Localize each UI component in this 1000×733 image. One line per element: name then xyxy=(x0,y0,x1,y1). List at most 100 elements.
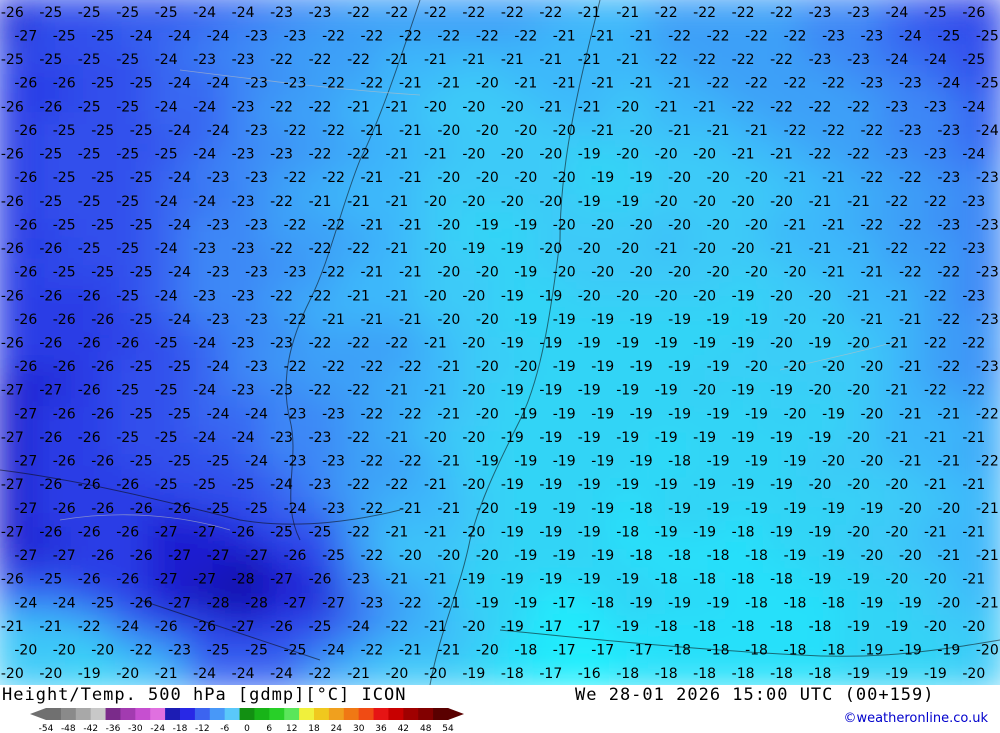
temperature-value-label: -22 xyxy=(347,241,370,257)
temperature-value-label: -21 xyxy=(424,52,447,68)
temperature-value-label: -20 xyxy=(616,241,639,257)
temperature-value-label: -20 xyxy=(539,194,562,210)
temperature-value-label: -19 xyxy=(591,406,614,422)
temperature-value-label: -18 xyxy=(630,501,653,517)
temperature-value-label: -20 xyxy=(424,241,447,257)
credit-link[interactable]: ©weatheronline.co.uk xyxy=(843,711,988,726)
scale-tick-label: -42 xyxy=(83,724,98,732)
temperature-value-label: -21 xyxy=(424,147,447,163)
scale-tick-label: 6 xyxy=(266,724,272,732)
temperature-value-label: -23 xyxy=(245,123,268,139)
temperature-value-label: -21 xyxy=(822,170,845,186)
temperature-value-label: -23 xyxy=(284,265,307,281)
scale-swatch xyxy=(239,708,255,720)
temperature-value-label: -21 xyxy=(437,643,460,659)
temperature-value-label: -22 xyxy=(424,5,447,21)
map-title: Height/Temp. 500 hPa [gdmp][°C] ICON xyxy=(2,685,407,705)
temperature-value-label: -18 xyxy=(822,595,845,611)
temperature-value-label: -24 xyxy=(130,28,153,44)
scale-swatch xyxy=(75,708,92,720)
temperature-value-label: -24 xyxy=(193,383,216,399)
temperature-value-label: -27 xyxy=(207,548,230,564)
temperature-value-label: -25 xyxy=(130,76,153,92)
temperature-value-label: -22 xyxy=(924,288,947,304)
temperature-value-label: -27 xyxy=(270,572,293,588)
temperature-value-label: -20 xyxy=(860,454,883,470)
temperature-value-label: -16 xyxy=(578,666,601,682)
temperature-value-label: -19 xyxy=(514,454,537,470)
scale-swatch xyxy=(46,708,62,720)
temperature-value-label: -21 xyxy=(885,288,908,304)
temperature-value-label: -21 xyxy=(424,477,447,493)
temperature-value-label: -25 xyxy=(168,406,191,422)
temperature-value-label: -21 xyxy=(591,28,614,44)
temperature-value-label: -23 xyxy=(284,406,307,422)
temperature-value-label: -21 xyxy=(155,666,178,682)
temperature-value-label: -21 xyxy=(360,217,383,233)
temperature-value-label: -19 xyxy=(860,501,883,517)
temperature-value-label: -19 xyxy=(501,619,524,635)
temperature-value-label: -22 xyxy=(322,265,345,281)
temperature-value-label: -20 xyxy=(501,194,524,210)
temperature-value-label: -21 xyxy=(822,265,845,281)
temperature-value-label: -21 xyxy=(514,76,537,92)
temperature-value-label: -23 xyxy=(937,170,960,186)
temperature-value-label: -23 xyxy=(962,288,985,304)
temperature-value-label: -26 xyxy=(155,619,178,635)
temperature-value-label: -22 xyxy=(360,454,383,470)
temperature-value-label: -21 xyxy=(937,454,960,470)
temperature-value-label: -25 xyxy=(284,643,307,659)
temperature-value-label: -20 xyxy=(885,572,908,588)
scale-arrow-left xyxy=(30,708,46,720)
scale-tick-label: -24 xyxy=(150,724,165,732)
temperature-value-label: -23 xyxy=(270,147,293,163)
temperature-value-label: -21 xyxy=(847,194,870,210)
temperature-value-label: -26 xyxy=(1,5,24,21)
temperature-value-label: -22 xyxy=(924,336,947,352)
temperature-value-label: -19 xyxy=(501,477,524,493)
temperature-value-label: -20 xyxy=(885,525,908,541)
temperature-value-label: -19 xyxy=(668,359,691,375)
temperature-value-label: -24 xyxy=(168,217,191,233)
temperature-value-label: -23 xyxy=(847,5,870,21)
temperature-value-label: -19 xyxy=(616,477,639,493)
temperature-value-label: -23 xyxy=(347,572,370,588)
temperature-value-label: -19 xyxy=(630,595,653,611)
temperature-value-label: -22 xyxy=(707,28,730,44)
temperature-value-label: -20 xyxy=(885,477,908,493)
temperature-value-label: -26 xyxy=(116,525,139,541)
temperature-value-label: -22 xyxy=(437,28,460,44)
temperature-value-label: -26 xyxy=(14,217,37,233)
temperature-value-label: -25 xyxy=(155,5,178,21)
temperature-value-label: -22 xyxy=(707,76,730,92)
temperature-value-label: -21 xyxy=(437,76,460,92)
temperature-value-label: -24 xyxy=(193,666,216,682)
temperature-value-label: -26 xyxy=(1,147,24,163)
temperature-value-label: -25 xyxy=(116,5,139,21)
temperature-value-label: -18 xyxy=(616,666,639,682)
temperature-value-label: -25 xyxy=(53,28,76,44)
temperature-value-label: -19 xyxy=(745,501,768,517)
temperature-value-label: -25 xyxy=(78,241,101,257)
temperature-value-label: -19 xyxy=(476,217,499,233)
temperature-value-label: -24 xyxy=(116,619,139,635)
temperature-value-label: -22 xyxy=(385,5,408,21)
temperature-value-label: -24 xyxy=(155,99,178,115)
temperature-value-label: -26 xyxy=(39,288,62,304)
temperature-value-label: -23 xyxy=(193,52,216,68)
temperature-value-label: -22 xyxy=(347,147,370,163)
temperature-value-label: -18 xyxy=(745,643,768,659)
temperature-value-label: -21 xyxy=(860,312,883,328)
temperature-value-label: -18 xyxy=(591,595,614,611)
temperature-value-label: -19 xyxy=(822,548,845,564)
temperature-value-label: -20 xyxy=(707,170,730,186)
temperature-value-label: -19 xyxy=(501,383,524,399)
temperature-value-label: -26 xyxy=(284,548,307,564)
temperature-value-label: -22 xyxy=(78,619,101,635)
temperature-value-label: -26 xyxy=(14,265,37,281)
temperature-value-label: -21 xyxy=(399,217,422,233)
temperature-value-label: -19 xyxy=(591,312,614,328)
temperature-value-label: -21 xyxy=(885,430,908,446)
temperature-value-label: -26 xyxy=(78,572,101,588)
temperature-value-label: -18 xyxy=(693,666,716,682)
